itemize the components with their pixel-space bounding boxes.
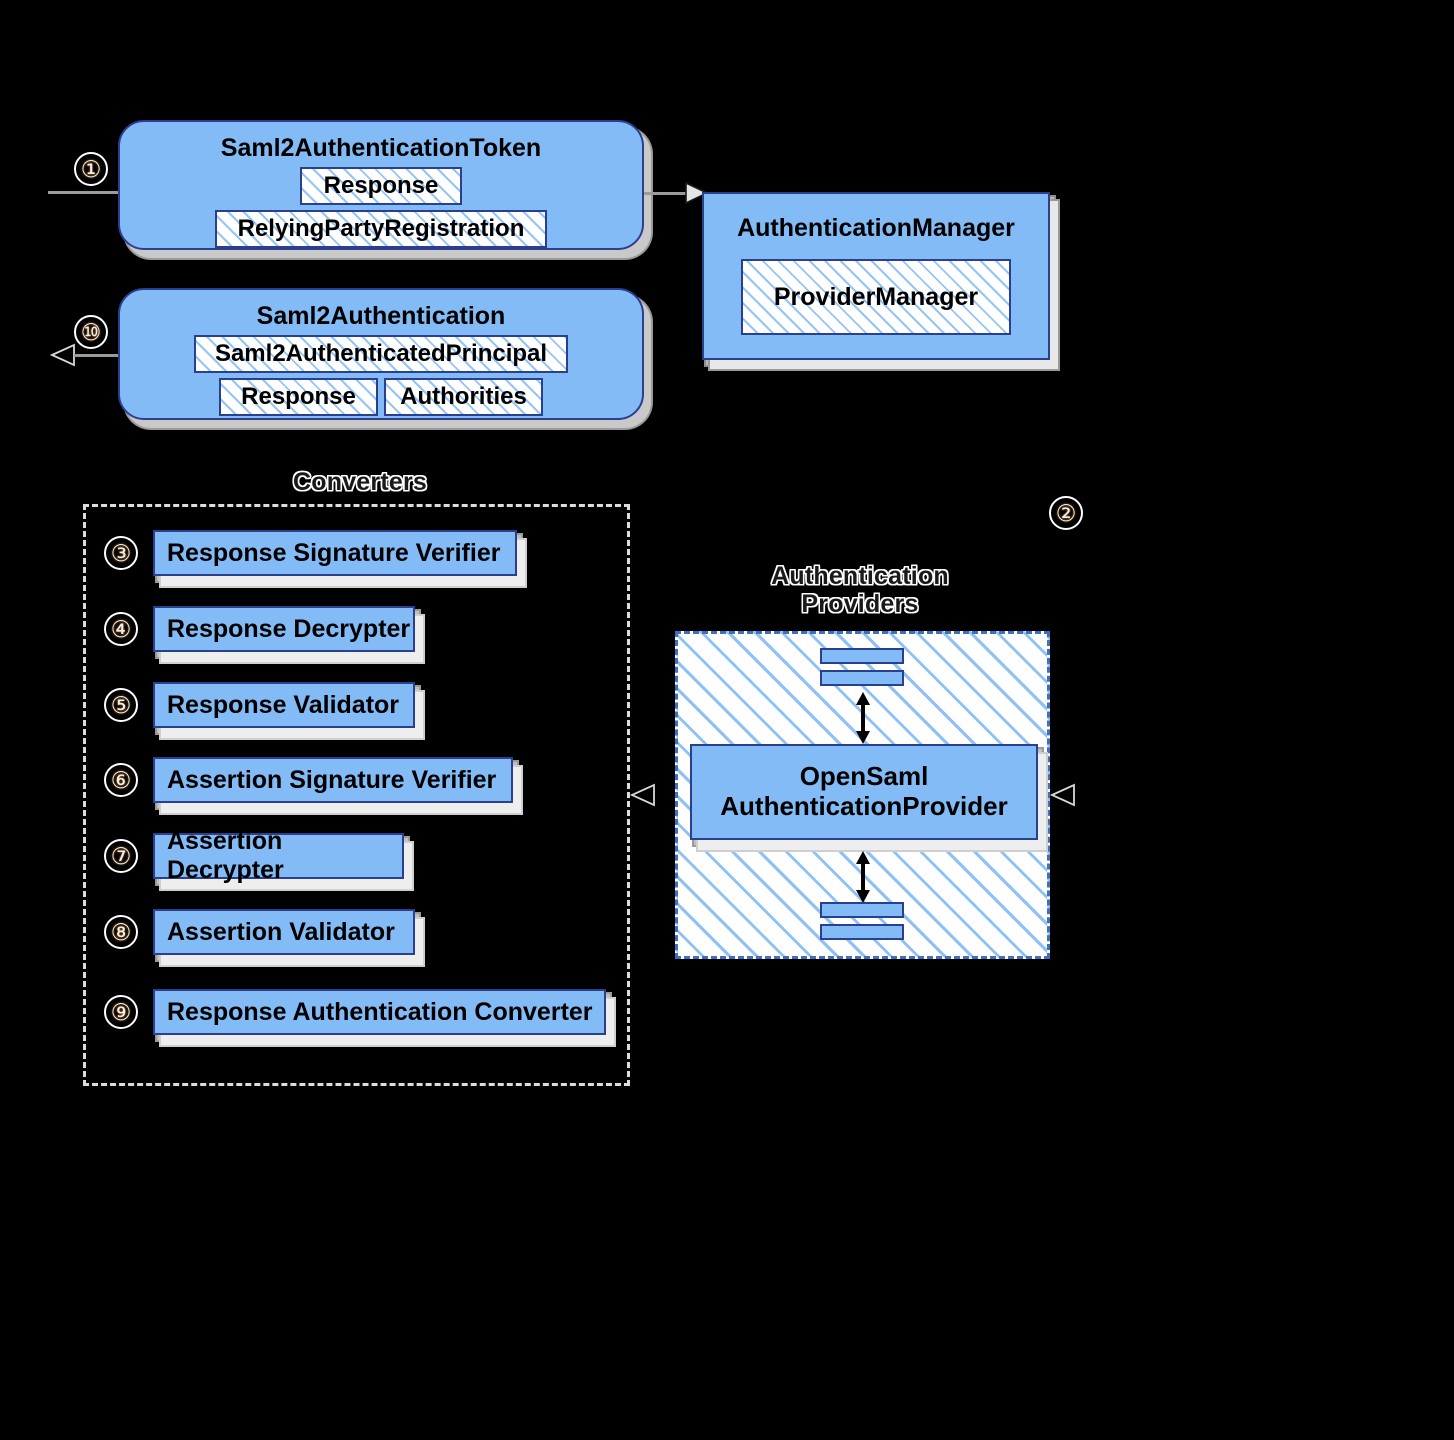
authentication-field-response: Response <box>219 378 378 416</box>
converter-response-signature-verifier[interactable]: Response Signature Verifier <box>153 530 517 576</box>
authentication-box-title: Saml2Authentication <box>256 302 506 330</box>
step-number-5: ⑤ <box>104 688 138 722</box>
saml2-authentication-token-box[interactable]: Saml2AuthenticationToken Response Relyin… <box>118 120 644 250</box>
step-number-4: ④ <box>104 612 138 646</box>
saml2-authentication-box[interactable]: Saml2Authentication Saml2AuthenticatedPr… <box>118 288 644 420</box>
token-field-relying-party-registration: RelyingPartyRegistration <box>215 210 547 248</box>
authentication-output-line <box>74 354 124 357</box>
hollow-arrowhead-icon-output <box>49 343 75 367</box>
step-number-3: ③ <box>104 536 138 570</box>
step-number-1: ① <box>74 152 108 186</box>
provider-placeholder-bar-bottom-1 <box>820 902 904 918</box>
converter-assertion-signature-verifier[interactable]: Assertion Signature Verifier <box>153 757 513 803</box>
step-number-9: ⑨ <box>104 995 138 1029</box>
authentication-manager-box[interactable]: AuthenticationManager ProviderManager <box>702 192 1050 360</box>
converter-assertion-decrypter[interactable]: Assertion Decrypter <box>153 827 404 884</box>
converter-response-validator[interactable]: Response Validator <box>153 682 415 728</box>
authentication-manager-title: AuthenticationManager <box>737 214 1015 242</box>
converter-response-authentication-converter[interactable]: Response Authentication Converter <box>153 989 606 1035</box>
opensaml-provider-label-line2: AuthenticationProvider <box>720 791 1008 821</box>
step-number-6: ⑥ <box>104 763 138 797</box>
double-headed-arrow-icon-top <box>856 692 870 744</box>
token-field-response: Response <box>300 167 462 205</box>
provider-manager-inner-box: ProviderManager <box>741 259 1011 335</box>
provider-placeholder-bar-top-1 <box>820 648 904 664</box>
converter-assertion-validator[interactable]: Assertion Validator <box>153 909 415 955</box>
opensaml-authentication-provider-box[interactable]: OpenSaml AuthenticationProvider <box>690 744 1038 840</box>
provider-placeholder-bar-bottom-2 <box>820 924 904 940</box>
double-headed-arrow-icon-bottom <box>856 851 870 903</box>
opensaml-provider-label-line1: OpenSaml <box>799 761 929 792</box>
authentication-providers-group-label-line2: Providers <box>801 590 919 618</box>
diagram-canvas: ① Saml2AuthenticationToken Response Rely… <box>0 0 1454 1440</box>
token-box-title: Saml2AuthenticationToken <box>220 134 542 162</box>
step-number-2: ② <box>1049 496 1083 530</box>
converter-response-decrypter[interactable]: Response Decrypter <box>153 606 415 652</box>
hollow-arrowhead-icon-providers <box>1049 783 1075 807</box>
converters-group-label: Converters <box>293 468 427 496</box>
step-number-10: ⑩ <box>74 315 108 349</box>
authentication-field-principal: Saml2AuthenticatedPrincipal <box>194 335 568 373</box>
hollow-arrowhead-icon-converters <box>629 783 655 807</box>
authentication-providers-group-label-line1: Authentication <box>771 562 949 590</box>
authentication-field-authorities: Authorities <box>384 378 543 416</box>
step-number-7: ⑦ <box>104 839 138 873</box>
provider-placeholder-bar-top-2 <box>820 670 904 686</box>
step-number-8: ⑧ <box>104 915 138 949</box>
